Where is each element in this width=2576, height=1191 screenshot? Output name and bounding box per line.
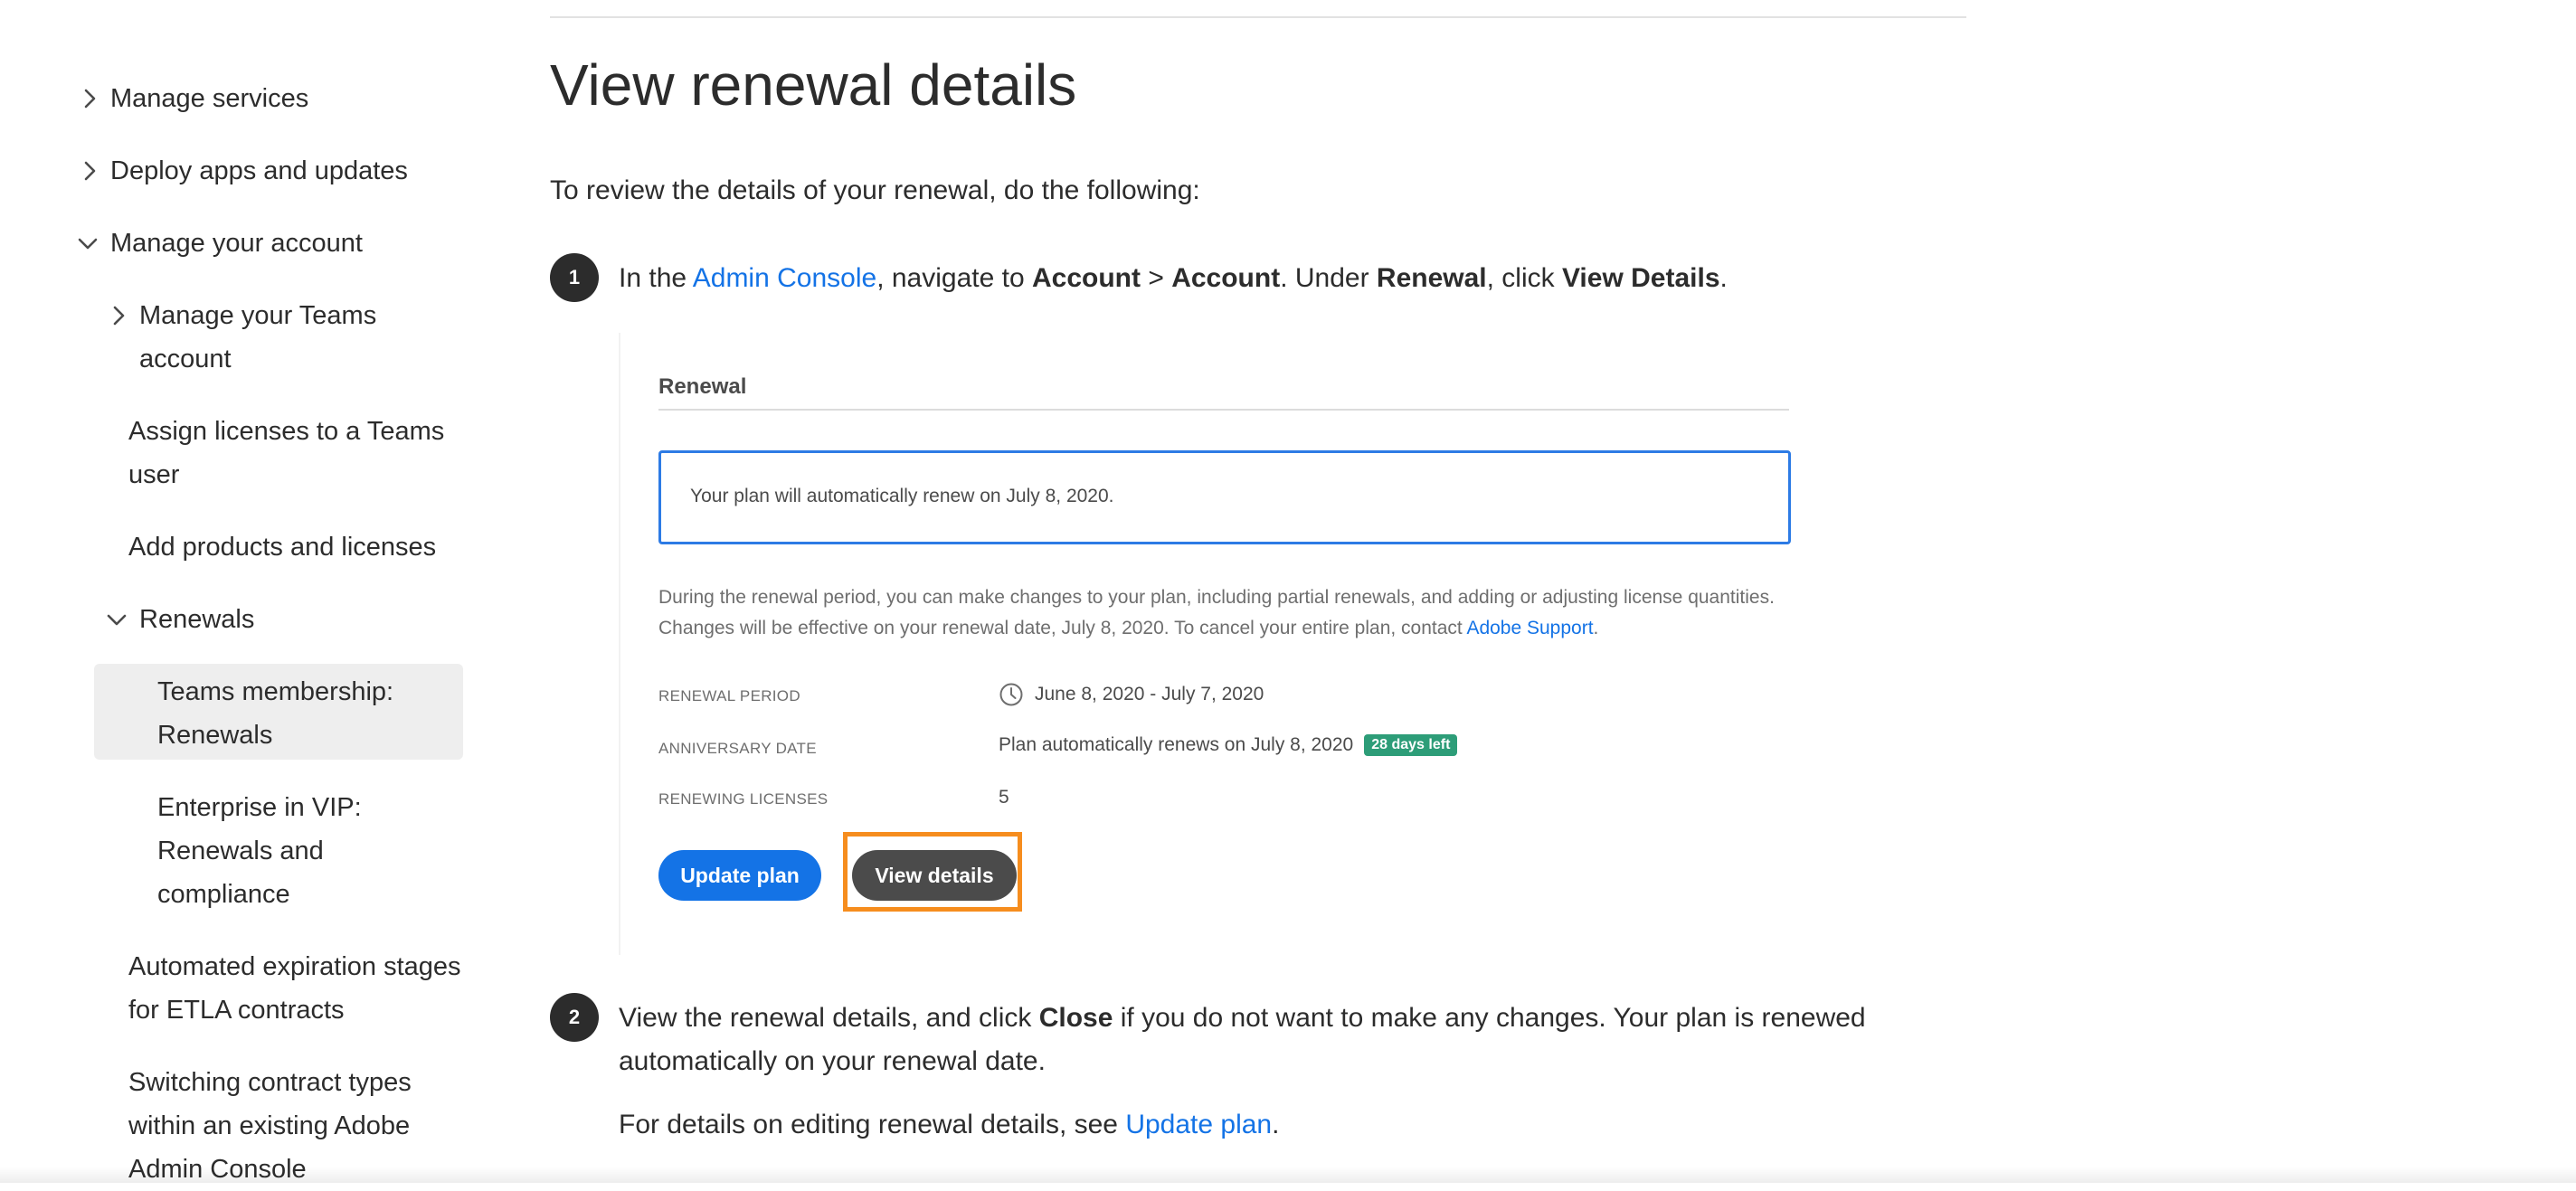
renewal-screenshot-figure: Renewal Your plan will automatically ren… [619, 333, 1833, 955]
renewing-licenses-value: 5 [999, 787, 1009, 808]
text-line: automatically on your renewal date. [619, 1046, 1046, 1076]
sidebar-item-automated-expiration[interactable]: Automated expiration stages for ETLA con… [128, 945, 461, 1032]
anniversary-date-label: ANNIVERSARY DATE [658, 740, 817, 757]
sidebar-item-label: for ETLA contracts [128, 996, 345, 1025]
renewing-licenses-label: RENEWING LICENSES [658, 790, 829, 808]
text-run: . [1272, 1110, 1280, 1139]
sidebar-item-manage-teams-account[interactable]: Manage your Teams account [139, 294, 376, 381]
sidebar-item-teams-membership-renewals[interactable]: Teams membership: Renewals [157, 670, 393, 757]
intro-text: To review the details of your renewal, d… [550, 175, 1200, 205]
sidebar-item-label: Enterprise in VIP: [157, 793, 362, 822]
page-title: View renewal details [550, 52, 1077, 118]
text-run: . [1719, 263, 1728, 293]
sidebar-item-label: Renewals [157, 721, 273, 750]
sidebar-item-label: Automated expiration stages [128, 952, 461, 981]
sidebar-item-label: Renewals and [157, 837, 324, 865]
renewal-period-label: RENEWAL PERIOD [658, 687, 800, 704]
sidebar-item-label: account [139, 345, 232, 373]
step-2-text: View the renewal details, and click Clos… [619, 997, 1866, 1083]
text-run: , click [1486, 263, 1562, 293]
footer-note: For details on editing renewal details, … [619, 1103, 1279, 1147]
bold-run: View Details [1561, 263, 1720, 293]
renewal-heading: Renewal [658, 374, 747, 399]
chevron-right-icon[interactable] [107, 304, 130, 327]
renewal-notice-box: Your plan will automatically renew on Ju… [658, 450, 1791, 544]
update-plan-button[interactable]: Update plan [658, 850, 821, 901]
chevron-right-icon[interactable] [78, 87, 101, 110]
renewal-description: During the renewal period, you can make … [658, 582, 1798, 644]
value-text: June 8, 2020 - July 7, 2020 [1035, 684, 1264, 704]
sidebar-item-enterprise-vip[interactable]: Enterprise in VIP: Renewals and complian… [157, 786, 362, 916]
text-run: . [1593, 618, 1599, 638]
sidebar-item-add-products[interactable]: Add products and licenses [128, 525, 436, 569]
renewal-period-value: June 8, 2020 - July 7, 2020 [999, 682, 1264, 707]
update-plan-link[interactable]: Update plan [1125, 1110, 1272, 1139]
step-number-badge: 1 [550, 253, 599, 302]
chevron-down-icon[interactable] [105, 608, 128, 631]
text-run: View the renewal details, and click [619, 1003, 1039, 1033]
days-left-badge: 28 days left [1364, 734, 1458, 756]
text-run: In the [619, 263, 693, 293]
text-run: For details on editing renewal details, … [619, 1110, 1126, 1139]
value-text: Plan automatically renews on July 8, 202… [999, 734, 1354, 755]
sidebar-item-label: user [128, 460, 180, 489]
sidebar-item-renewals[interactable]: Renewals [139, 598, 254, 641]
bold-run: Account [1031, 263, 1141, 293]
step-1-text: In the Admin Console, navigate to Accoun… [619, 257, 1728, 300]
bold-run: Renewal [1376, 263, 1487, 293]
chevron-down-icon[interactable] [76, 232, 99, 255]
anniversary-date-value: Plan automatically renews on July 8, 202… [999, 734, 1458, 756]
admin-console-link[interactable]: Admin Console [693, 263, 876, 293]
sidebar-item-label: within an existing Adobe [128, 1111, 411, 1140]
text-run: During the renewal period, you can make … [658, 587, 1775, 638]
sidebar-item-label: Switching contract types [128, 1068, 412, 1097]
sidebar-item-manage-account[interactable]: Manage your account [110, 222, 363, 265]
sidebar-item-label: Teams membership: [157, 677, 394, 706]
sidebar-item-manage-services[interactable]: Manage services [110, 77, 308, 120]
sidebar-item-label: Manage your Teams [139, 301, 377, 330]
sidebar-item-label: compliance [157, 880, 290, 909]
text-run: , navigate to [876, 263, 1032, 293]
text-run: . Under [1280, 263, 1377, 293]
text-line: View the renewal details, and click Clos… [619, 997, 1866, 1040]
sidebar-item-label: Assign licenses to a Teams [128, 417, 445, 446]
clock-icon [999, 683, 1023, 706]
sidebar-item-assign-licenses[interactable]: Assign licenses to a Teams user [128, 410, 444, 496]
text-run: if you do not want to make any changes. … [1113, 1003, 1866, 1033]
adobe-support-link[interactable]: Adobe Support [1466, 618, 1593, 638]
sidebar-item-deploy-apps[interactable]: Deploy apps and updates [110, 149, 408, 193]
renewal-notice-text: Your plan will automatically renew on Ju… [690, 486, 1114, 506]
step-number-badge: 2 [550, 993, 599, 1042]
divider [658, 409, 1789, 411]
text-run: > [1140, 263, 1172, 293]
view-details-button[interactable]: View details [852, 850, 1017, 901]
bold-run: Account [1171, 263, 1281, 293]
chevron-right-icon[interactable] [78, 159, 101, 183]
divider [550, 16, 1966, 18]
bold-run: Close [1038, 1003, 1113, 1033]
bottom-shadow [0, 1167, 2576, 1183]
